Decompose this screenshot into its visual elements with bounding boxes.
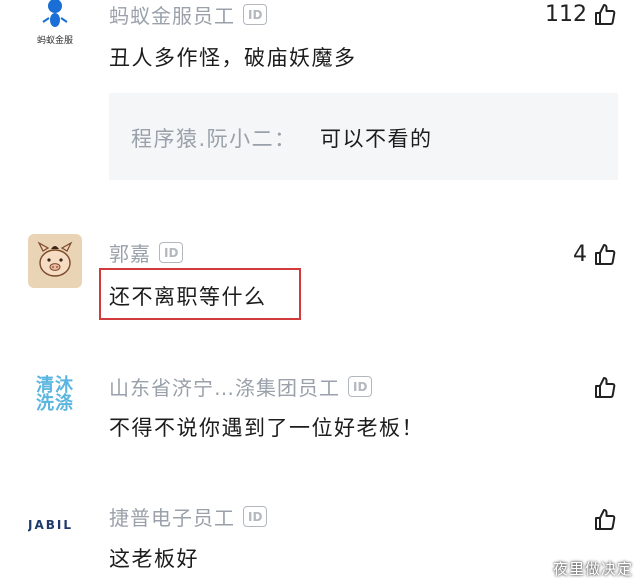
comment-author[interactable]: 捷普电子员工 ID — [109, 502, 268, 531]
highlight-box — [99, 268, 301, 320]
comment-author[interactable]: 蚂蚁金服员工 ID — [109, 0, 268, 29]
id-badge: ID — [159, 242, 184, 263]
id-badge: ID — [243, 506, 268, 527]
comment-author[interactable]: 郭嘉 ID — [109, 238, 184, 267]
comment-text: 不得不说你遇到了一位好老板！ — [109, 416, 424, 440]
comment-text: 丑人多作怪，破庙妖魔多 — [109, 46, 357, 70]
avatar-brand-text: 蚂蚁金服 — [36, 35, 73, 46]
avatar[interactable]: JABIL — [28, 498, 82, 552]
thumbs-up-icon — [595, 509, 616, 530]
avatar[interactable] — [28, 234, 82, 288]
thumbs-up-icon — [595, 377, 616, 398]
id-badge: ID — [243, 4, 268, 25]
pig-face-icon — [37, 241, 73, 277]
id-badge: ID — [348, 376, 373, 397]
avatar[interactable]: 清沐洗涤 — [28, 368, 82, 422]
thumbs-up-icon — [595, 243, 616, 265]
reply-text: 可以不看的 — [320, 127, 433, 151]
reply-author[interactable]: 程序猿.阮小二： — [131, 123, 297, 153]
thumbs-up-icon — [595, 3, 616, 25]
author-name: 蚂蚁金服员工 — [109, 4, 235, 28]
watermark: 夜里做决定 — [552, 560, 633, 578]
author-name: 山东省济宁…涤集团员工 — [109, 376, 340, 400]
like-count: 112 — [545, 2, 587, 27]
avatar-brand-text: 清沐洗涤 — [36, 375, 74, 414]
author-name: 郭嘉 — [109, 242, 151, 266]
like-button[interactable]: 112 — [545, 2, 617, 27]
reply-preview[interactable]: 程序猿.阮小二： 可以不看的 — [109, 93, 618, 180]
author-name: 捷普电子员工 — [109, 506, 235, 530]
comment-author[interactable]: 山东省济宁…涤集团员工 ID — [109, 372, 373, 401]
like-button[interactable] — [587, 508, 617, 532]
like-button[interactable] — [587, 376, 617, 400]
ant-logo-icon — [42, 0, 68, 27]
avatar[interactable]: 蚂蚁金服 — [28, 0, 82, 46]
avatar-brand-text: JABIL — [28, 518, 74, 532]
like-count: 4 — [573, 242, 587, 267]
comment-text: 这老板好 — [109, 547, 199, 571]
like-button[interactable]: 4 — [573, 242, 617, 267]
